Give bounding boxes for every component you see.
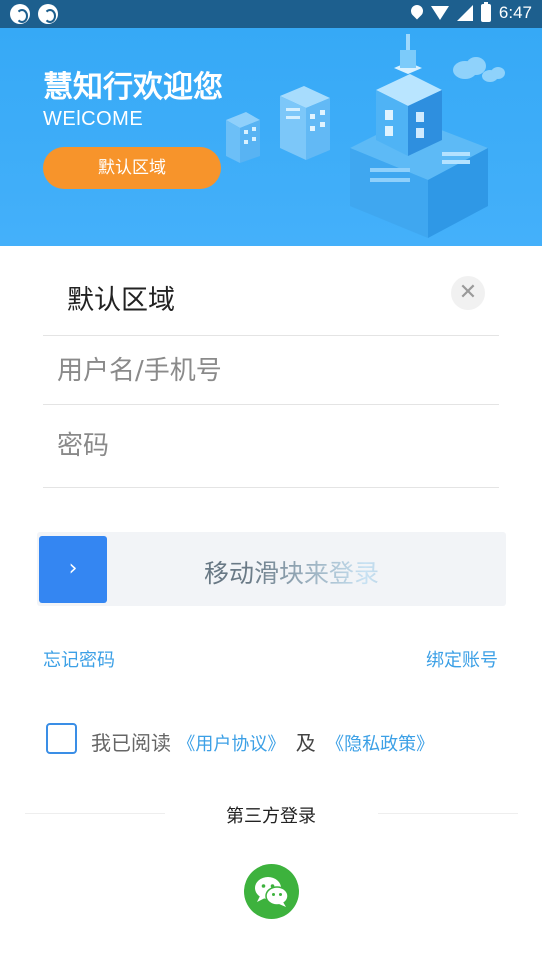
welcome-banner: 慧知行欢迎您 WElCOME 默认区域 <box>0 28 542 246</box>
privacy-policy-link[interactable]: 《隐私政策》 <box>326 734 434 755</box>
clear-icon[interactable]: ✕ <box>451 276 485 310</box>
building-medium <box>280 86 330 160</box>
slide-to-login[interactable]: › 移动滑块来登录 <box>37 532 506 606</box>
status-indicators: 6:47 <box>411 2 532 23</box>
password-input[interactable] <box>57 405 477 487</box>
agreement-row: 我已阅读 《用户协议》 及 《隐私政策》 <box>91 727 434 756</box>
city-illustration <box>226 34 505 238</box>
status-notifications <box>10 4 58 24</box>
region-value: 默认区域 <box>67 285 175 316</box>
location-icon <box>411 5 423 21</box>
username-field-container <box>43 337 499 405</box>
cloud-icon <box>453 57 505 82</box>
third-party-login-label: 第三方登录 <box>226 806 316 827</box>
wifi-icon <box>430 6 449 20</box>
status-bar: 6:47 <box>0 0 542 28</box>
agreement-and: 及 <box>295 731 316 755</box>
battery-icon <box>480 2 491 22</box>
bind-account-link[interactable]: 绑定账号 <box>426 646 498 672</box>
agreement-checkbox[interactable] <box>46 723 77 754</box>
slider-label: 移动滑块来登录 <box>37 554 506 590</box>
wechat-login-button[interactable] <box>244 864 299 919</box>
building-small <box>226 112 260 163</box>
password-field-container <box>43 405 499 488</box>
agreement-prefix: 我已阅读 <box>91 731 171 755</box>
status-time: 6:47 <box>498 3 532 22</box>
wechat-icon <box>255 877 289 907</box>
forgot-password-link[interactable]: 忘记密码 <box>43 646 115 672</box>
app-notification-icon <box>38 4 58 24</box>
region-select-button[interactable]: 默认区域 <box>43 147 221 189</box>
region-selector[interactable]: 默认区域 ✕ <box>43 248 499 336</box>
banner-subtitle: WElCOME <box>43 108 144 130</box>
user-agreement-link[interactable]: 《用户协议》 <box>177 734 285 755</box>
app-notification-icon <box>10 4 30 24</box>
signal-icon <box>456 5 473 21</box>
username-input[interactable] <box>57 337 477 404</box>
banner-title: 慧知行欢迎您 <box>43 70 223 105</box>
